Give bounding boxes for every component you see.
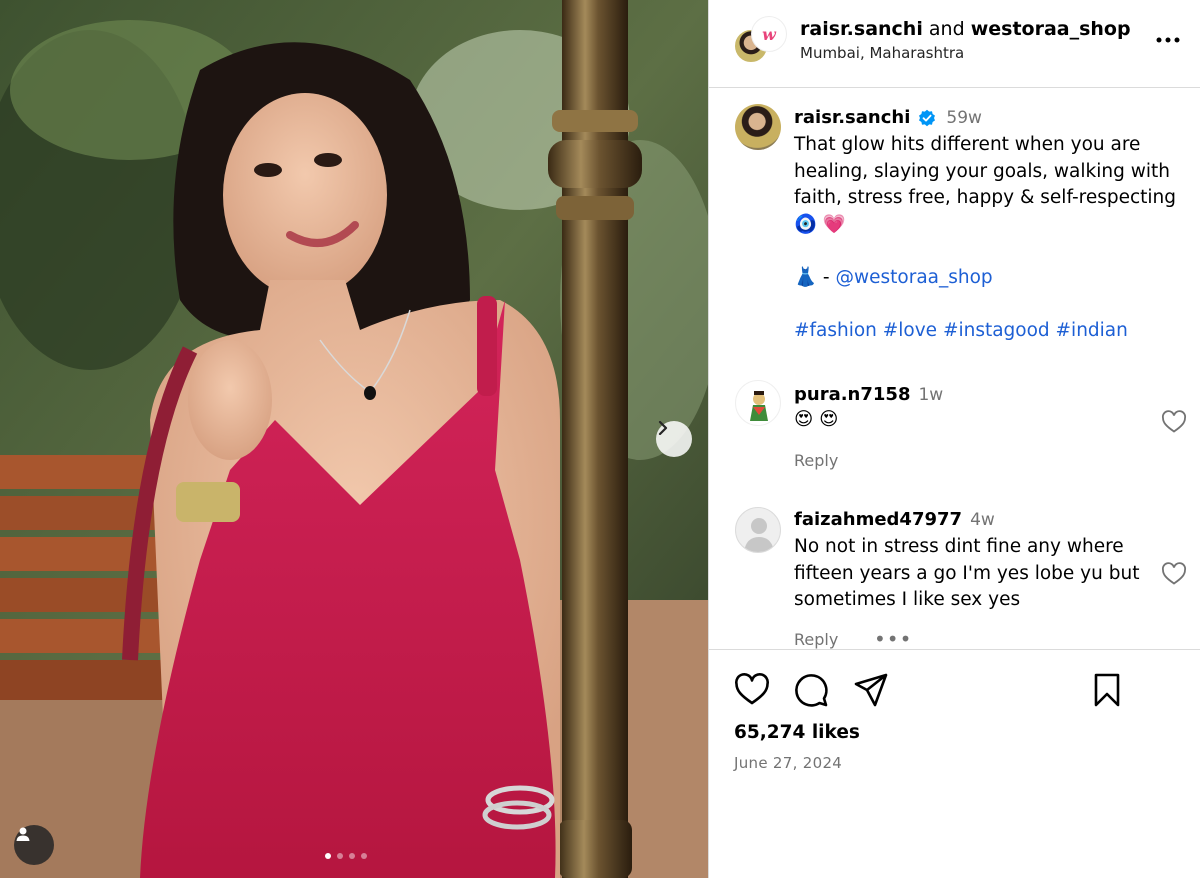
like-count[interactable]: 65,274 likes <box>734 722 860 743</box>
caption-body: That glow hits different when you are he… <box>794 132 1189 345</box>
comment-like-heart-icon[interactable] <box>1161 562 1187 586</box>
reply-button[interactable]: Reply <box>794 451 838 470</box>
caption-username[interactable]: raisr.sanchi <box>794 106 910 130</box>
header-username-1[interactable]: raisr.sanchi <box>800 18 923 40</box>
verified-icon <box>919 109 936 127</box>
comment-timestamp[interactable]: 1w <box>918 385 943 405</box>
avatar[interactable] <box>735 104 781 150</box>
comment-username-row: faizahmed47977 4w <box>794 508 995 532</box>
brand-logo-text: w <box>762 24 776 44</box>
caption-username-row: raisr.sanchi 59w <box>794 106 982 130</box>
next-slide-button[interactable] <box>656 421 692 457</box>
comment-text: 😍 😍 <box>794 409 839 430</box>
comment-username[interactable]: pura.n7158 <box>794 384 910 405</box>
carousel-dot <box>349 853 355 859</box>
post-actions: 65,274 likes June 27, 2024 <box>709 649 1200 878</box>
collab-usernames: raisr.sanchi and westoraa_shop <box>800 16 1131 42</box>
post-location[interactable]: Mumbai, Maharashtra <box>800 44 964 62</box>
post-sidebar: w raisr.sanchi and westoraa_shop Mumbai,… <box>708 0 1200 878</box>
dress-emoji: 👗 <box>794 266 818 288</box>
default-avatar-icon <box>744 518 774 552</box>
carousel-dot <box>361 853 367 859</box>
carousel-dot <box>337 853 343 859</box>
reply-button[interactable]: Reply <box>794 630 838 649</box>
comment-icon[interactable] <box>793 672 829 708</box>
user-tag-icon <box>16 827 30 841</box>
share-icon[interactable] <box>853 672 889 708</box>
chevron-right-icon <box>658 421 668 435</box>
post-media[interactable] <box>0 0 708 878</box>
comment-text: No not in stress dint fine any where fif… <box>794 536 1140 611</box>
post-date[interactable]: June 27, 2024 <box>734 754 842 772</box>
brand-logo-avatar[interactable]: w <box>751 16 787 52</box>
comment-username-row: pura.n7158 1w <box>794 383 943 407</box>
avatar[interactable] <box>735 507 781 553</box>
heart-icon[interactable] <box>734 672 770 708</box>
tagged-users-button[interactable] <box>14 825 54 865</box>
comment-timestamp[interactable]: 4w <box>970 510 995 530</box>
caption-text: That glow hits different when you are he… <box>794 134 1176 235</box>
avatar-illustration <box>750 391 768 421</box>
carousel-indicator <box>325 853 367 859</box>
header-joiner: and <box>928 18 965 40</box>
more-icon[interactable] <box>1153 26 1183 54</box>
comment-username[interactable]: faizahmed47977 <box>794 509 962 530</box>
bookmark-icon[interactable] <box>1089 672 1125 708</box>
mention-link[interactable]: @westoraa_shop <box>835 267 992 288</box>
carousel-dot <box>325 853 331 859</box>
comment-options-button[interactable]: ••• <box>874 627 912 651</box>
post-header: w raisr.sanchi and westoraa_shop Mumbai,… <box>709 0 1200 88</box>
hashtags[interactable]: #fashion #love #instagood #indian <box>794 320 1128 341</box>
post-photo <box>0 0 708 878</box>
comment-like-heart-icon[interactable] <box>1161 410 1187 434</box>
caption-timestamp[interactable]: 59w <box>946 106 982 130</box>
header-username-2[interactable]: westoraa_shop <box>971 18 1131 40</box>
avatar[interactable] <box>735 380 781 426</box>
caption-dash: - <box>817 266 836 288</box>
collab-avatars[interactable]: w <box>733 16 787 66</box>
